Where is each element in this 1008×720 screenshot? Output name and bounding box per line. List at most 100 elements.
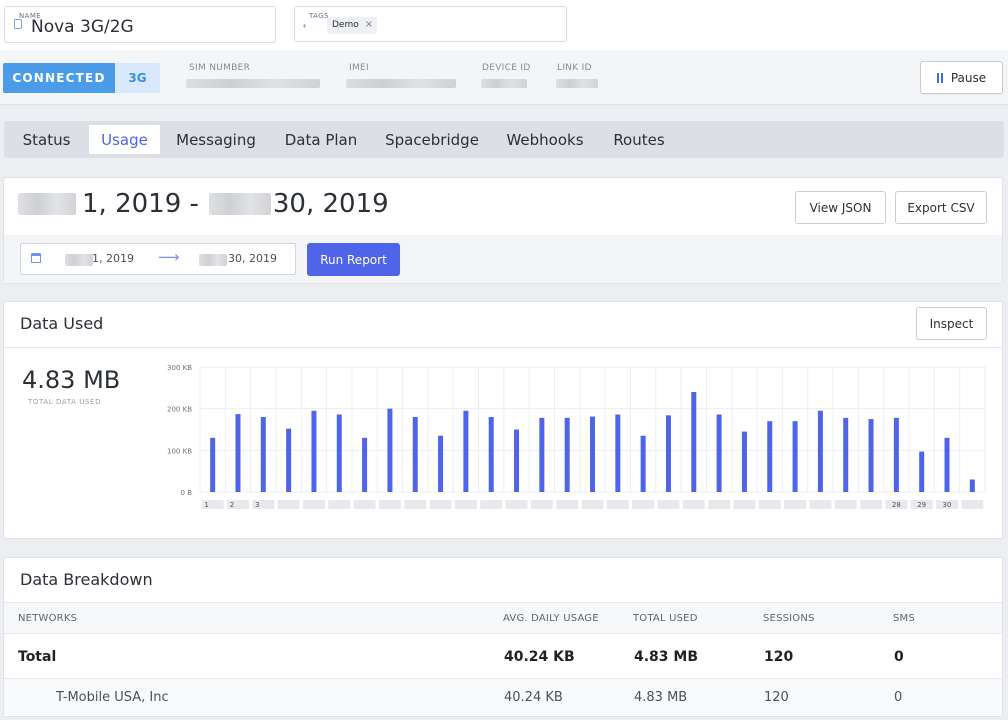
tag-icon: ⬪ (303, 19, 307, 32)
x-tick-redacted (429, 500, 452, 509)
x-tick-redacted (809, 500, 832, 509)
y-tick-label: 300 KB (167, 364, 192, 372)
bar (741, 431, 747, 492)
x-tick-label: 28 (892, 501, 901, 509)
link-id-redacted (556, 79, 598, 88)
link-id-label: LINK ID (557, 63, 592, 73)
tab-webhooks[interactable]: Webhooks (498, 125, 592, 154)
card-divider (4, 347, 1002, 348)
network-type-badge: 3G (115, 63, 160, 93)
x-tick-redacted (657, 500, 680, 509)
pause-button-label: Pause (950, 70, 987, 85)
bar (412, 417, 418, 492)
tab-bar: Status Usage Messaging Data Plan Spacebr… (4, 121, 1004, 158)
picker-start-month-redacted (65, 254, 93, 266)
bar (893, 417, 899, 492)
data-used-title: Data Used (20, 314, 104, 333)
bar (438, 435, 444, 492)
x-tick-redacted (277, 500, 300, 509)
pause-icon (936, 72, 943, 83)
picker-start-date: 1, 2019 (92, 252, 134, 265)
device-id-label: DEVICE ID (482, 63, 531, 73)
picker-end-date: 30, 2019 (228, 252, 277, 265)
x-tick-label: 3 (255, 501, 259, 509)
inspect-button[interactable]: Inspect (916, 307, 987, 340)
bar (868, 419, 874, 492)
tab-data-plan[interactable]: Data Plan (274, 125, 368, 154)
bar (463, 410, 469, 492)
x-tick-redacted (682, 500, 705, 509)
bar (210, 437, 216, 492)
imei-label: IMEI (349, 63, 369, 73)
tab-status[interactable]: Status (12, 125, 81, 154)
range-end-suffix: 30, 2019 (272, 189, 389, 219)
bar (336, 414, 342, 492)
col-sessions-header: SESSIONS (763, 613, 815, 624)
data-breakdown-title: Data Breakdown (20, 570, 153, 589)
x-tick-redacted (834, 500, 857, 509)
range-start-month-redacted (18, 193, 76, 215)
view-json-button[interactable]: View JSON (795, 191, 886, 224)
tab-messaging[interactable]: Messaging (168, 125, 264, 154)
carrier-row-sms: 0 (894, 690, 903, 705)
bar (514, 429, 520, 492)
sim-number-label: SIM NUMBER (189, 63, 251, 73)
x-tick-label: 1 (204, 501, 208, 509)
x-tick-redacted (708, 500, 731, 509)
x-tick-redacted (606, 500, 629, 509)
tab-spacebridge[interactable]: Spacebridge (376, 125, 488, 154)
x-tick-redacted (860, 500, 883, 509)
bar (843, 417, 849, 492)
x-tick-redacted (302, 500, 325, 509)
carrier-row-total: 4.83 MB (634, 690, 688, 705)
carrier-row-sessions: 120 (764, 690, 789, 705)
x-tick-redacted (454, 500, 477, 509)
bar (539, 417, 545, 492)
x-tick-redacted (353, 500, 376, 509)
y-tick-label: 0 B (181, 489, 193, 497)
x-tick-redacted (632, 500, 655, 509)
run-report-button[interactable]: Run Report (307, 243, 400, 276)
x-tick-label: 2 (230, 501, 234, 509)
arrow-right-icon: ⟶ (158, 248, 180, 266)
device-name-field[interactable]: NAME Nova 3G/2G (4, 6, 276, 43)
tags-field[interactable]: TAGS ⬪ Demo × (294, 6, 567, 42)
bar (362, 437, 368, 492)
x-tick-redacted (961, 500, 984, 509)
tab-usage[interactable]: Usage (89, 125, 160, 154)
report-range-title: 1, 2019 - 30, 2019 (18, 189, 389, 219)
bar (665, 415, 671, 492)
sim-number-redacted (186, 79, 320, 88)
total-data-used-value: 4.83 MB (22, 366, 121, 394)
tag-remove-icon[interactable]: × (365, 20, 373, 34)
bar (260, 417, 266, 492)
tag-chip-label: Demo (332, 20, 359, 30)
carrier-row-avg: 40.24 KB (504, 690, 563, 705)
imei-redacted (346, 79, 456, 88)
x-tick-label: 30 (943, 501, 952, 509)
col-avg-daily-header: AVG. DAILY USAGE (503, 613, 599, 624)
bar (792, 421, 798, 492)
bar (311, 410, 317, 492)
pause-button[interactable]: Pause (920, 61, 1003, 94)
bar (817, 410, 823, 492)
x-tick-redacted (556, 500, 579, 509)
x-tick-label: 29 (917, 501, 926, 509)
total-row-sessions: 120 (764, 649, 794, 665)
bar (919, 451, 925, 492)
x-tick-redacted (784, 500, 807, 509)
export-csv-button[interactable]: Export CSV (895, 191, 987, 224)
x-tick-redacted (404, 500, 427, 509)
total-row-network: Total (18, 649, 57, 665)
col-total-used-header: TOTAL USED (633, 613, 698, 624)
picker-end-month-redacted (199, 254, 227, 266)
bar (944, 437, 950, 492)
table-row (4, 634, 1002, 678)
usage-bar-chart: 300 KB 200 KB 100 KB 0 B 1 2 3 28 29 30 (167, 364, 986, 509)
tab-routes[interactable]: Routes (602, 125, 676, 154)
date-range-picker[interactable]: 1, 2019 ⟶ 30, 2019 (20, 243, 296, 275)
range-start-suffix: 1, 2019 - (82, 189, 199, 219)
total-row-sms: 0 (894, 649, 904, 665)
col-networks-header: NETWORKS (18, 613, 78, 624)
tag-chip: Demo × (327, 17, 378, 34)
